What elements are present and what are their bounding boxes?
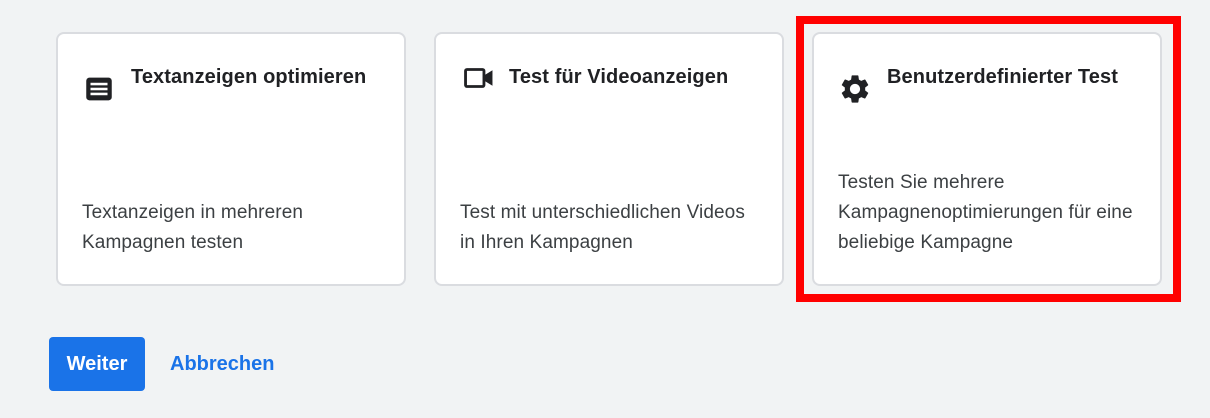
card-description: Testen Sie mehrere Kampagnenoptimierunge…	[838, 172, 1133, 253]
continue-button[interactable]: Weiter	[49, 337, 145, 391]
experiment-card-video-ads[interactable]: Test für Videoanzeigen Test mit untersch…	[434, 32, 784, 286]
videocam-icon	[462, 61, 496, 95]
gear-icon	[838, 72, 872, 106]
text-ad-icon	[82, 72, 116, 106]
card-description: Textanzeigen in mehreren Kampagnen teste…	[82, 202, 304, 253]
card-title: Benutzerdefinierter Test	[887, 66, 1118, 88]
card-title: Test für Videoanzeigen	[509, 66, 729, 88]
experiment-card-custom[interactable]: Benutzerdefinierter Test Testen Sie mehr…	[812, 32, 1162, 286]
card-title: Textanzeigen optimieren	[131, 66, 367, 88]
cancel-button[interactable]: Abbrechen	[160, 337, 284, 391]
card-description: Test mit unterschiedlichen Videos in Ihr…	[460, 202, 745, 253]
experiment-card-text-ads[interactable]: Textanzeigen optimieren Textanzeigen in …	[56, 32, 406, 286]
